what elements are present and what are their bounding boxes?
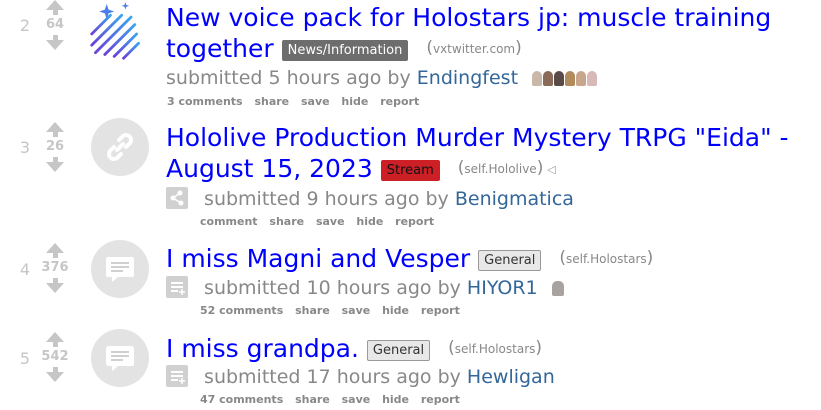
flair-badge: General — [366, 340, 431, 361]
link-icon[interactable] — [91, 118, 149, 176]
post-score: 376 — [41, 260, 69, 275]
vote-column: 376 — [35, 243, 75, 293]
submitted-text: submitted 5 hours ago by — [166, 67, 411, 89]
share-button[interactable]: share — [254, 95, 289, 108]
submitted-text: submitted 10 hours ago by — [204, 277, 461, 299]
hide-button[interactable]: hide — [382, 393, 409, 406]
post-rank: 3 — [19, 138, 30, 157]
selftext-expando-icon[interactable] — [166, 365, 188, 387]
save-button[interactable]: save — [342, 304, 371, 317]
post-tagline: submitted 10 hours ago by HIYOR1 — [166, 276, 565, 302]
hide-button[interactable]: hide — [341, 95, 368, 108]
share-button[interactable]: share — [295, 304, 330, 317]
comments-link[interactable]: 3 comments — [167, 95, 243, 108]
vote-column: 26 — [35, 122, 75, 172]
sparkle-lines-thumbnail[interactable] — [88, 2, 146, 62]
post-domain[interactable]: (vxtwitter.com) — [426, 38, 521, 58]
upvote-arrow-icon[interactable] — [46, 332, 64, 347]
vote-column: 64 — [35, 0, 75, 50]
post-title-line[interactable]: New voice pack for Holostars jp: muscle … — [166, 2, 771, 33]
share-button[interactable]: share — [269, 215, 304, 228]
share-button[interactable]: share — [295, 393, 330, 406]
downvote-arrow-icon[interactable] — [46, 35, 64, 50]
share-arrow-icon: ◁ — [547, 163, 556, 176]
post-domain[interactable]: (self.Holostars) — [559, 248, 653, 268]
post-title-link[interactable]: New voice pack for Holostars jp: muscle … — [166, 2, 771, 65]
upvote-arrow-icon[interactable] — [46, 243, 64, 258]
comments-link[interactable]: comment — [200, 215, 258, 228]
post-buttons: 47 comments share save hide report — [200, 393, 468, 406]
submitted-text: submitted 9 hours ago by — [204, 188, 449, 210]
post-score: 64 — [45, 17, 65, 32]
flair-badge: News/Information — [281, 40, 409, 61]
post-rank: 2 — [19, 16, 30, 35]
self-post-icon[interactable] — [91, 329, 149, 387]
upvote-arrow-icon[interactable] — [46, 0, 64, 15]
post-tagline: submitted 5 hours ago by Endingfest — [166, 66, 598, 92]
downvote-arrow-icon[interactable] — [46, 157, 64, 172]
save-button[interactable]: save — [301, 95, 330, 108]
post-title-link[interactable]: I miss Magni and Vesper General (self.Ho… — [166, 243, 653, 275]
post-score: 542 — [41, 349, 69, 364]
post-title-line[interactable]: August 15, 2023 — [166, 154, 373, 183]
report-button[interactable]: report — [421, 393, 460, 406]
author-link[interactable]: Hewligan — [467, 366, 555, 388]
flair-badge: Stream — [380, 160, 440, 181]
upvote-arrow-icon[interactable] — [46, 122, 64, 137]
post-title-link[interactable]: Hololive Production Murder Mystery TRPG … — [166, 122, 789, 185]
vote-column: 542 — [35, 332, 75, 382]
comments-link[interactable]: 52 comments — [200, 304, 283, 317]
post-title-text[interactable]: I miss grandpa. — [166, 334, 359, 363]
self-post-icon[interactable] — [91, 240, 149, 298]
post-title-link[interactable]: I miss grandpa. General (self.Holostars) — [166, 333, 542, 365]
downvote-arrow-icon[interactable] — [46, 367, 64, 382]
report-button[interactable]: report — [395, 215, 434, 228]
post-tagline: submitted 17 hours ago by Hewligan — [166, 365, 555, 389]
save-button[interactable]: save — [316, 215, 345, 228]
downvote-arrow-icon[interactable] — [46, 278, 64, 293]
comments-link[interactable]: 47 comments — [200, 393, 283, 406]
post-domain[interactable]: (self.Hololive) — [458, 158, 547, 178]
post-buttons: 3 comments share save hide report — [167, 95, 427, 108]
flair-badge: General — [478, 250, 542, 271]
post-buttons: comment share save hide report — [200, 215, 442, 228]
author-link[interactable]: Endingfest — [417, 67, 518, 89]
post-rank: 4 — [19, 260, 30, 279]
report-button[interactable]: report — [380, 95, 419, 108]
user-flair-avatar — [551, 278, 565, 302]
post-tagline: submitted 9 hours ago by Benigmatica — [166, 187, 574, 211]
post-rank: 5 — [19, 349, 30, 368]
post-score: 26 — [45, 139, 65, 154]
author-link[interactable]: HIYOR1 — [467, 277, 538, 299]
post-title-text[interactable]: I miss Magni and Vesper — [166, 244, 470, 273]
submitted-text: submitted 17 hours ago by — [204, 366, 461, 388]
post-title-line[interactable]: together — [166, 34, 274, 63]
hide-button[interactable]: hide — [382, 304, 409, 317]
crosspost-expando-icon[interactable] — [166, 187, 188, 209]
selftext-expando-icon[interactable] — [166, 276, 188, 298]
hide-button[interactable]: hide — [356, 215, 383, 228]
report-button[interactable]: report — [421, 304, 460, 317]
user-flair-avatars — [532, 68, 598, 92]
post-domain[interactable]: (self.Holostars) — [448, 338, 542, 358]
post-title-line[interactable]: Hololive Production Murder Mystery TRPG … — [166, 122, 789, 153]
save-button[interactable]: save — [342, 393, 371, 406]
post-buttons: 52 comments share save hide report — [200, 304, 468, 317]
author-link[interactable]: Benigmatica — [455, 188, 574, 210]
